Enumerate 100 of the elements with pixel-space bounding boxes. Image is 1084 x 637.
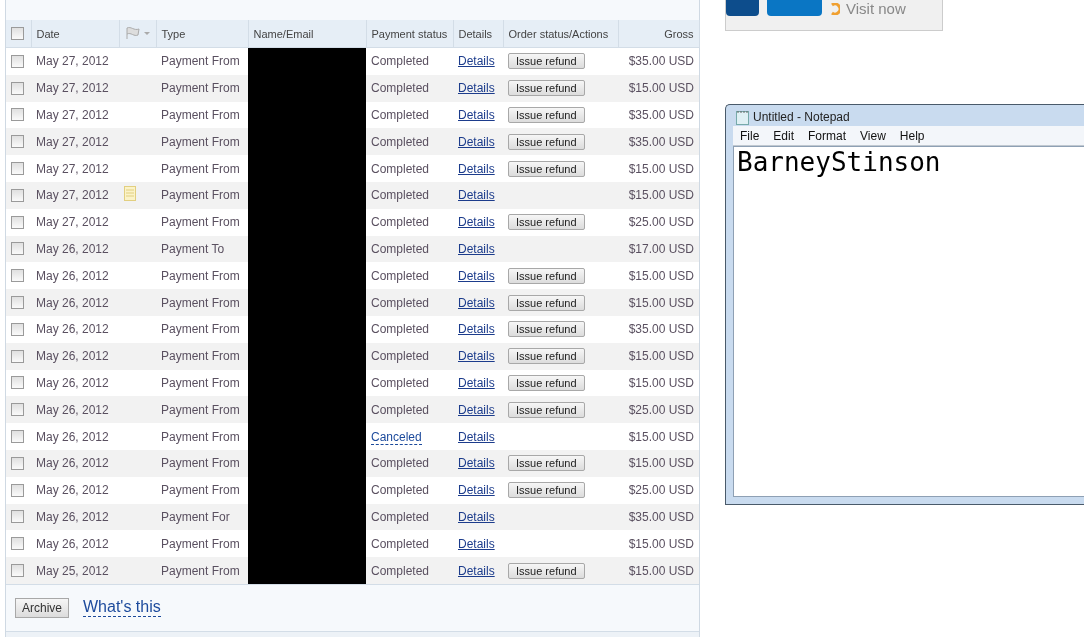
status-text: Completed — [371, 483, 430, 498]
gross-text: $15.00 USD — [628, 536, 694, 551]
type-text: Payment From — [161, 349, 240, 364]
refund-button[interactable]: Issue refund — [508, 374, 585, 391]
date-text: May 26, 2012 — [36, 375, 109, 390]
column-header[interactable]: Name/Email — [248, 20, 366, 48]
column-header[interactable]: Order status/Actions — [503, 20, 618, 48]
type-text: Payment To — [161, 241, 225, 256]
refund-button[interactable]: Issue refund — [508, 214, 585, 231]
gross-text: $15.00 USD — [628, 456, 694, 471]
date-text: May 26, 2012 — [36, 536, 109, 551]
row-checkbox[interactable] — [11, 564, 24, 578]
status-text: Completed — [371, 134, 430, 149]
flag-filter-icon[interactable] — [124, 26, 151, 39]
column-header[interactable]: Type — [156, 20, 248, 48]
row-checkbox[interactable] — [11, 215, 24, 229]
date-text: May 27, 2012 — [36, 134, 109, 149]
gross-text: $35.00 USD — [628, 108, 694, 122]
gross-text: $15.00 USD — [628, 375, 694, 390]
column-header[interactable]: Gross — [618, 20, 699, 48]
notepad-icon — [736, 109, 749, 125]
gross-text: $25.00 USD — [628, 483, 694, 498]
note-icon[interactable] — [124, 186, 136, 202]
status-text: Completed — [371, 161, 430, 176]
status-text: Completed — [371, 563, 430, 578]
gross-text: $15.00 USD — [628, 268, 694, 283]
column-header[interactable]: Date — [31, 20, 119, 48]
column-header[interactable]: Details — [453, 20, 503, 48]
menu-item[interactable]: File — [733, 128, 767, 143]
refund-button[interactable]: Issue refund — [508, 133, 585, 150]
select-all-checkbox[interactable] — [11, 27, 24, 40]
date-text: May 26, 2012 — [36, 483, 109, 498]
type-text: Payment From — [161, 483, 240, 498]
row-checkbox[interactable] — [11, 483, 24, 497]
refund-button[interactable]: Issue refund — [508, 294, 585, 311]
refund-button[interactable]: Issue refund — [508, 53, 585, 70]
gross-text: $17.00 USD — [628, 241, 694, 256]
row-checkbox[interactable] — [11, 349, 24, 363]
whats-this-link[interactable]: What's this — [83, 598, 161, 618]
window-title: Untitled - Notepad — [753, 110, 850, 124]
status-text: Completed — [371, 268, 430, 283]
status-text: Completed — [371, 322, 430, 337]
row-checkbox[interactable] — [11, 403, 24, 417]
gross-text: $15.00 USD — [628, 188, 694, 203]
status-text: Completed — [371, 188, 430, 203]
refund-button[interactable]: Issue refund — [508, 107, 585, 123]
row-checkbox[interactable] — [11, 430, 24, 444]
menu-item[interactable]: Edit — [766, 128, 802, 143]
date-text: May 26, 2012 — [36, 429, 109, 444]
gross-text: $15.00 USD — [628, 81, 694, 96]
text-area[interactable]: BarneyStinson — [733, 146, 1084, 497]
type-text: Payment From — [161, 81, 240, 96]
row-checkbox[interactable] — [11, 108, 24, 122]
refund-button[interactable]: Issue refund — [508, 80, 585, 97]
gross-text: $15.00 USD — [628, 295, 694, 310]
refund-button[interactable]: Issue refund — [508, 562, 585, 579]
archive-button[interactable]: Archive — [15, 597, 69, 618]
refund-button[interactable]: Issue refund — [508, 455, 585, 472]
refund-button[interactable]: Issue refund — [508, 160, 585, 177]
type-text: Payment From — [161, 215, 240, 230]
type-text: Payment From — [161, 536, 240, 551]
row-checkbox[interactable] — [11, 269, 24, 283]
menu-item[interactable]: Format — [801, 128, 854, 143]
status-text: Completed — [371, 456, 430, 471]
date-text: May 27, 2012 — [36, 188, 109, 203]
column-header[interactable]: Payment status — [366, 20, 453, 48]
refund-button[interactable]: Issue refund — [508, 482, 585, 499]
refund-button[interactable]: Issue refund — [508, 348, 585, 365]
row-checkbox[interactable] — [11, 242, 24, 256]
date-text: May 26, 2012 — [36, 456, 109, 471]
row-checkbox[interactable] — [11, 296, 24, 310]
type-text: Payment From — [161, 295, 240, 310]
refund-button[interactable]: Issue refund — [508, 401, 585, 418]
row-checkbox[interactable] — [11, 81, 24, 95]
row-checkbox[interactable] — [11, 376, 24, 390]
type-text: Payment For — [161, 509, 230, 524]
row-checkbox[interactable] — [11, 322, 24, 336]
row-checkbox[interactable] — [11, 54, 24, 68]
type-text: Payment From — [161, 268, 240, 283]
type-text: Payment From — [161, 108, 240, 122]
row-checkbox[interactable] — [11, 188, 24, 202]
refund-button[interactable]: Issue refund — [508, 321, 585, 338]
type-text: Payment From — [161, 322, 240, 337]
row-checkbox[interactable] — [11, 537, 24, 551]
status-text: Completed — [371, 241, 430, 256]
row-checkbox[interactable] — [11, 135, 24, 149]
type-text: Payment From — [161, 134, 240, 149]
row-checkbox[interactable] — [11, 162, 24, 176]
type-text: Payment From — [161, 375, 240, 390]
refund-button[interactable]: Issue refund — [508, 267, 585, 284]
menu-item[interactable]: Help — [892, 128, 932, 143]
date-text: May 26, 2012 — [36, 509, 109, 524]
row-checkbox[interactable] — [11, 456, 24, 470]
menu-item[interactable]: View — [853, 128, 893, 143]
date-text: May 26, 2012 — [36, 402, 109, 417]
type-text: Payment From — [161, 188, 240, 203]
status-text: Completed — [371, 295, 430, 310]
date-text: May 27, 2012 — [36, 108, 109, 122]
type-text: Payment From — [161, 161, 240, 176]
row-checkbox[interactable] — [11, 510, 24, 524]
